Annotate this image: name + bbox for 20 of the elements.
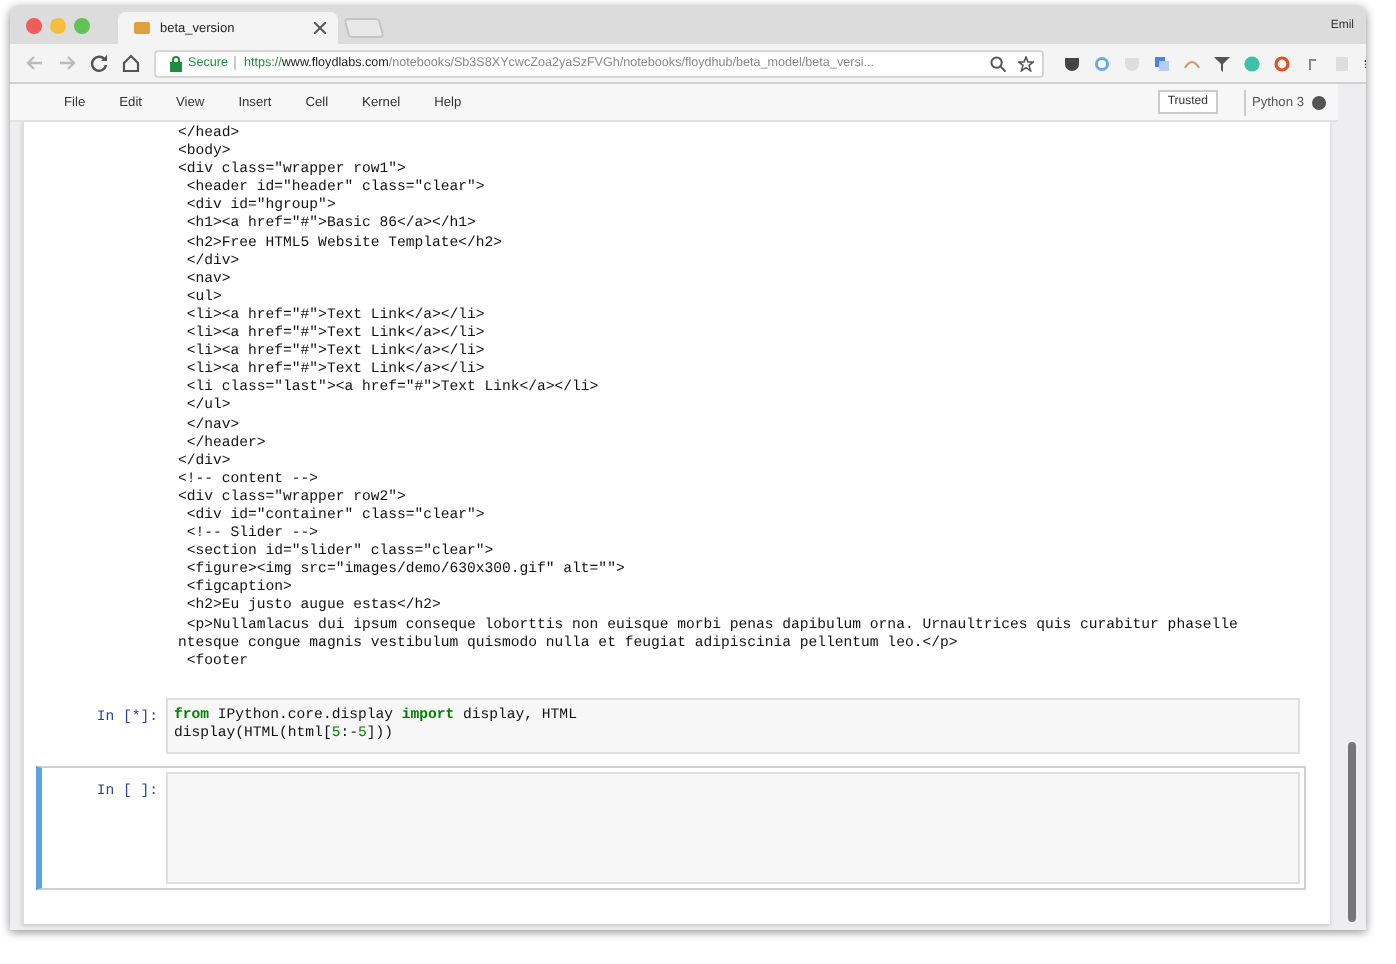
shield-icon[interactable] xyxy=(1064,55,1080,71)
close-icon[interactable] xyxy=(314,22,326,34)
wave-icon[interactable] xyxy=(1184,55,1200,71)
home-icon[interactable] xyxy=(122,54,140,72)
star-icon[interactable] xyxy=(1018,55,1034,71)
scrollbar-thumb[interactable] xyxy=(1348,742,1356,922)
ring-icon[interactable] xyxy=(1274,55,1290,71)
back-icon[interactable] xyxy=(26,54,44,72)
tab-favicon-icon xyxy=(134,20,150,36)
clock-icon[interactable] xyxy=(1094,55,1110,71)
lock-icon xyxy=(170,55,182,71)
translate-icon[interactable] xyxy=(1154,55,1170,71)
forward-icon[interactable] xyxy=(58,54,76,72)
zoom-icon[interactable] xyxy=(990,55,1006,71)
reload-icon[interactable] xyxy=(90,54,108,72)
funnel-icon[interactable] xyxy=(1214,55,1230,71)
new-tab-button[interactable] xyxy=(343,18,385,38)
code-input[interactable] xyxy=(166,772,1300,884)
letter-icon[interactable] xyxy=(1304,55,1320,71)
circle-icon[interactable] xyxy=(1244,55,1260,71)
